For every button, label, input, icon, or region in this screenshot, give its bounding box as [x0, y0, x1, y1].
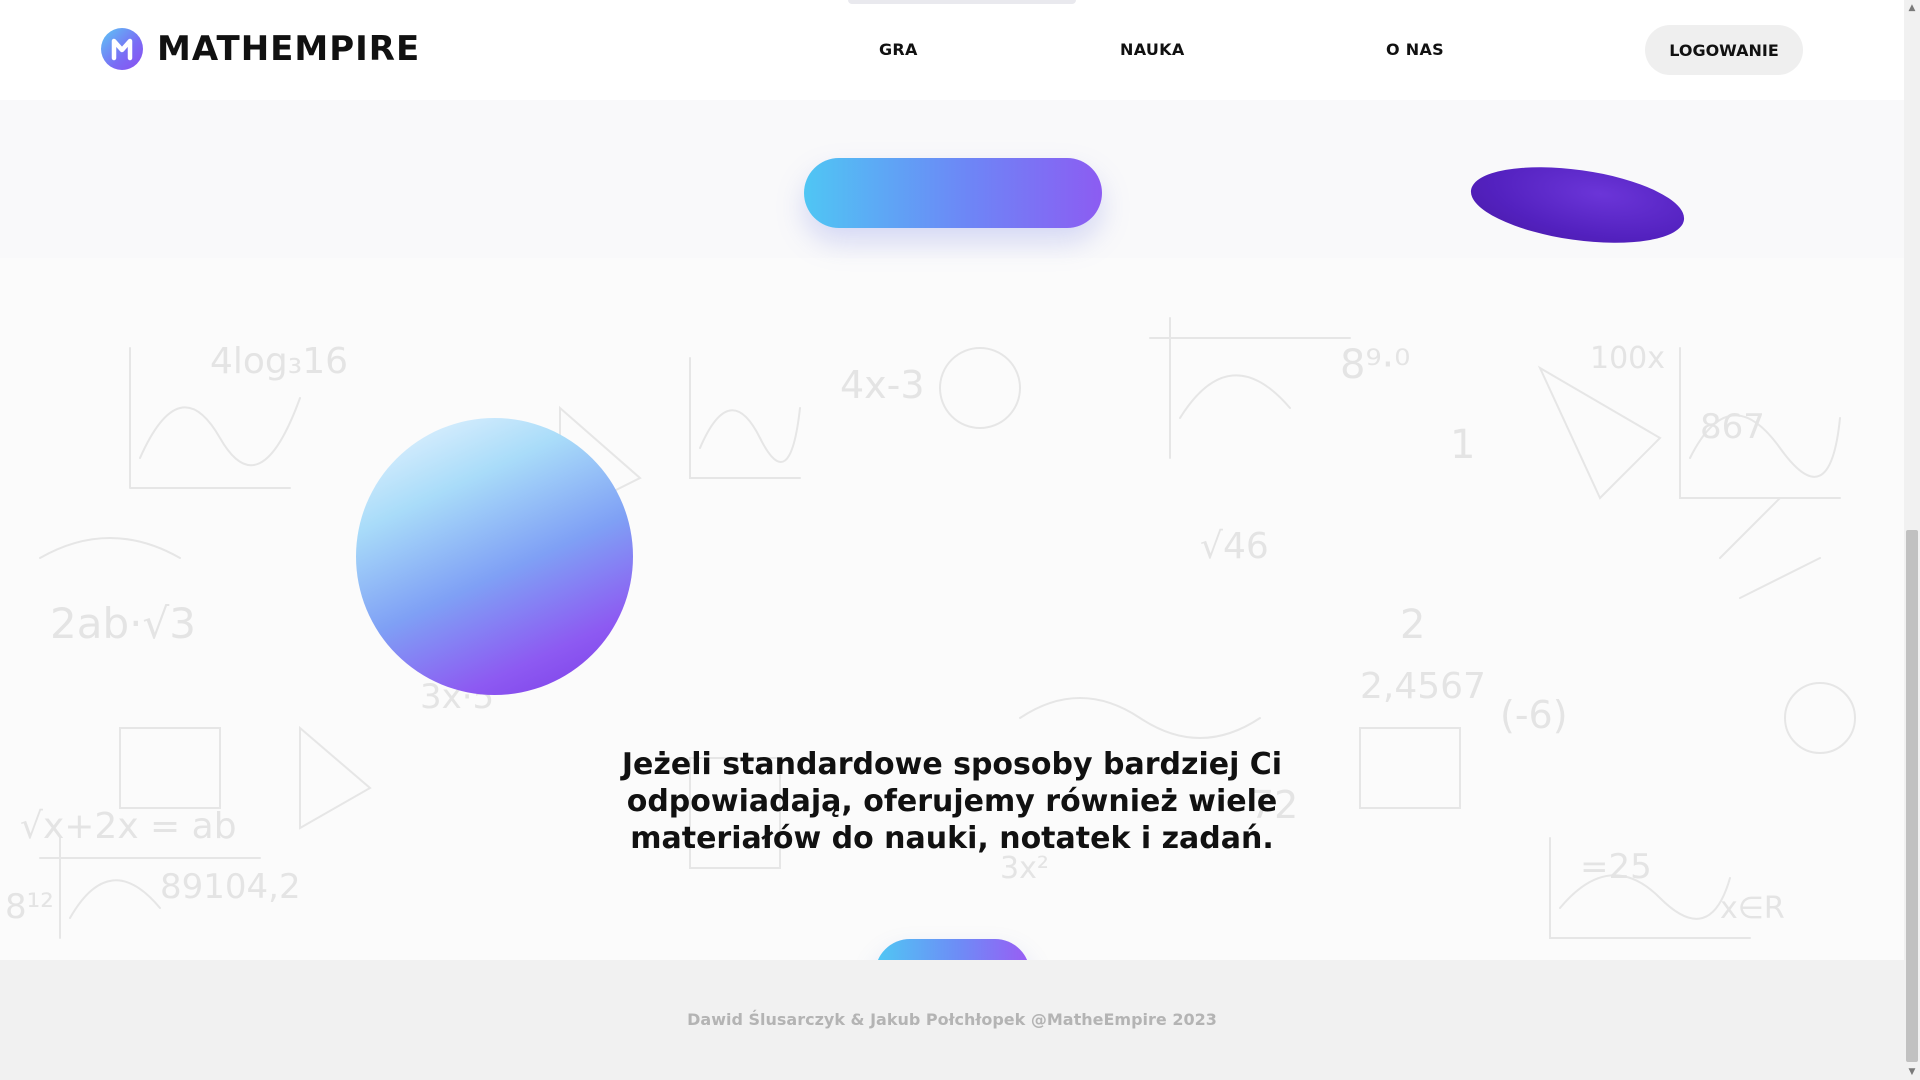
login-button[interactable]: LOGOWANIE — [1645, 25, 1803, 75]
doodle-text: 8⁹·⁰ — [1340, 342, 1410, 388]
doodle-text: (-6) — [1500, 693, 1568, 737]
doodle-text: 1 — [1450, 422, 1475, 468]
site-footer: Dawid Ślusarczyk & Jakub Połchłopek @Mat… — [0, 960, 1904, 1080]
doodle-text: 2 — [1400, 602, 1425, 648]
doodle-text: 2ab·√3 — [50, 599, 196, 648]
m-logo-icon — [101, 28, 143, 70]
doodle-text: 8¹² — [5, 887, 54, 927]
learn-button[interactable]: Ucz się! — [875, 939, 1030, 960]
doodle-text: 100x — [1590, 341, 1665, 376]
nav-item-nauka[interactable]: NAUKA — [1120, 40, 1185, 59]
doodle-text: 4log₃16 — [210, 341, 348, 382]
doodle-text: x∈R — [1720, 891, 1785, 926]
nav-item-o-nas[interactable]: O NAS — [1386, 40, 1444, 59]
nav-item-gra[interactable]: GRA — [879, 40, 918, 59]
doodle-text: 2,4567 — [1360, 666, 1486, 707]
doodle-text: 867 — [1700, 407, 1765, 447]
footer-credits: Dawid Ślusarczyk & Jakub Połchłopek @Mat… — [687, 1010, 1217, 1029]
scroll-down-arrow-icon[interactable]: ▼ — [1904, 1064, 1920, 1080]
scrollbar-thumb[interactable] — [1906, 530, 1918, 1062]
scroll-up-arrow-icon[interactable]: ▲ — [1904, 0, 1920, 16]
doodle-text: 4x-3 — [840, 363, 925, 407]
gradient-sphere-decoration — [356, 418, 633, 695]
purple-blob-decoration — [1466, 155, 1689, 255]
previous-section-button[interactable] — [804, 158, 1102, 228]
brand-logo[interactable]: MATHEMPIRE — [101, 28, 420, 70]
doodle-text: √46 — [1200, 526, 1269, 567]
doodle-text: 89104,2 — [160, 867, 301, 907]
section-headline: Jeżeli standardowe sposoby bardziej Ci o… — [621, 747, 1283, 856]
doodle-text: √x+2x = ab — [20, 806, 237, 847]
previous-section — [0, 100, 1904, 258]
brand-name: MATHEMPIRE — [157, 29, 421, 69]
header-sliver-decoration — [848, 0, 1076, 4]
learning-section: 2ab·√3 4log₃16 3x·5 √x+2x = ab 2,4567 8¹… — [0, 258, 1904, 960]
site-header: MATHEMPIRE GRA NAUKA O NAS LOGOWANIE — [0, 0, 1904, 100]
page-scrollbar[interactable]: ▲ ▼ — [1904, 0, 1920, 1080]
doodle-text: =25 — [1580, 847, 1652, 887]
